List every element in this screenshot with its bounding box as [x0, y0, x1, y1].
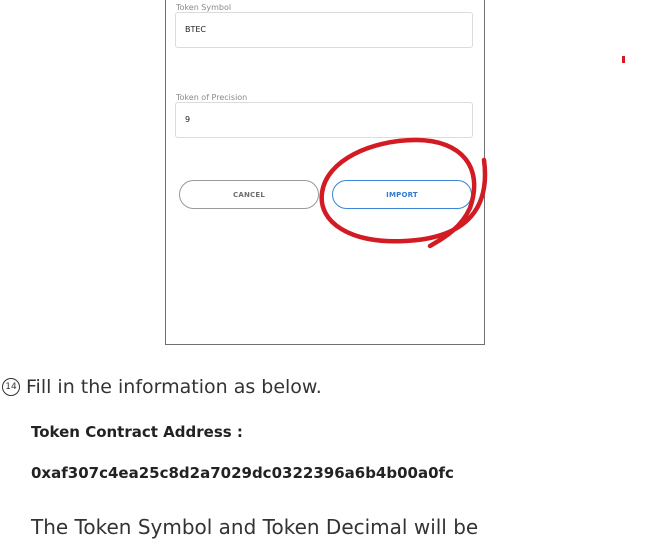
- contract-address-value: 0xaf307c4ea25c8d2a7029dc0322396a6b4b00a0…: [31, 464, 454, 482]
- red-tick-mark: [622, 56, 625, 63]
- instruction-paragraph: The Token Symbol and Token Decimal will …: [31, 515, 479, 539]
- token-precision-value: 9: [185, 115, 191, 124]
- step-text: Fill in the information as below.: [26, 376, 322, 398]
- contract-address-label: Token Contract Address :: [31, 423, 243, 441]
- token-symbol-field[interactable]: BTEC: [175, 12, 473, 48]
- token-precision-label: Token of Precision: [176, 93, 248, 102]
- token-symbol-value: BTEC: [185, 25, 207, 34]
- token-precision-field[interactable]: 9: [175, 102, 473, 138]
- token-symbol-label: Token Symbol: [176, 3, 232, 12]
- import-button[interactable]: IMPORT: [332, 180, 472, 209]
- phone-screen: Token Symbol BTEC Token of Precision 9 C…: [165, 0, 485, 345]
- step-number-badge: 14: [2, 378, 20, 396]
- cancel-button[interactable]: CANCEL: [179, 180, 319, 209]
- step-instruction: 14 Fill in the information as below.: [2, 376, 322, 398]
